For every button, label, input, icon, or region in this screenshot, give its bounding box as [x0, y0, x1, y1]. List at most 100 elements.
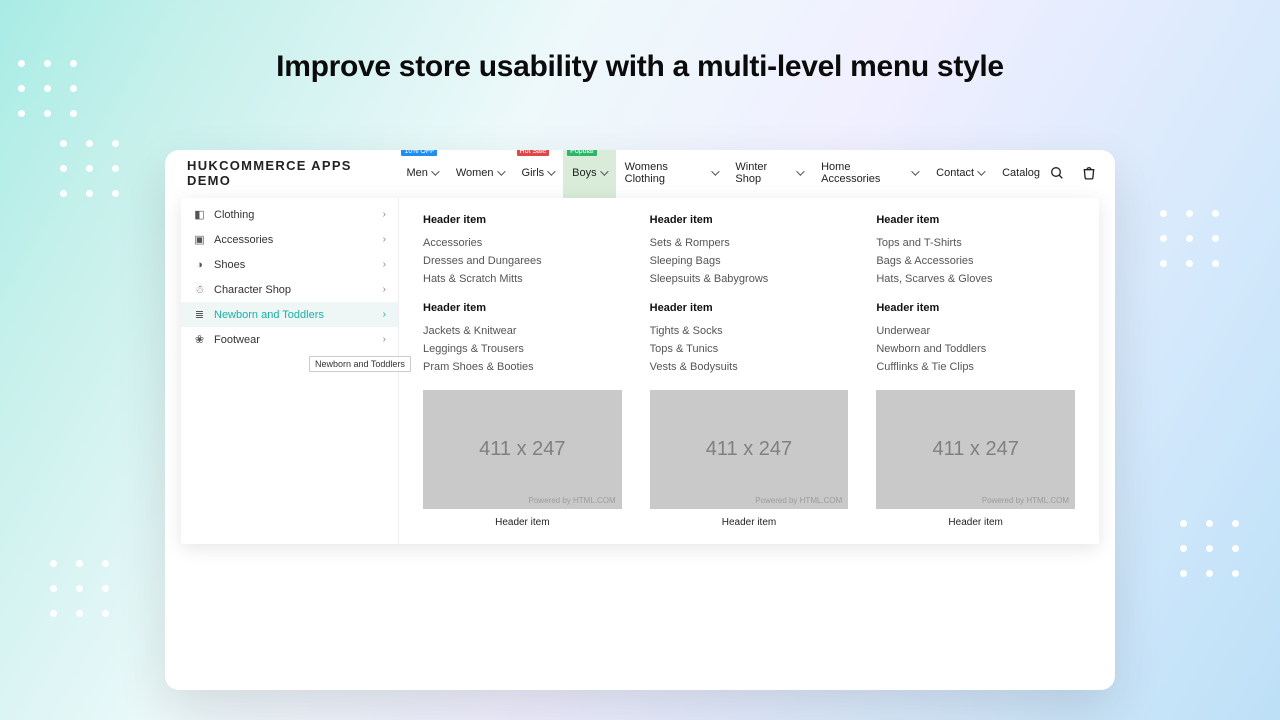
nav-item-girls[interactable]: Hot SaleGirls: [513, 150, 564, 199]
nav-item-men[interactable]: 10% OFF Men: [397, 150, 446, 199]
category-icon: ≣: [193, 308, 206, 321]
flyout-header: Header item: [876, 302, 1075, 314]
flyout-column: Header item Tops and T-ShirtsBags & Acces…: [876, 212, 1075, 528]
sidebar-item-label: Clothing: [214, 209, 254, 221]
search-icon[interactable]: [1049, 165, 1065, 181]
chevron-down-icon: [977, 170, 984, 177]
nav-item-label: Boys: [572, 167, 596, 179]
flyout-link[interactable]: Leggings & Trousers: [423, 340, 622, 358]
nav-item-label: Catalog: [1002, 167, 1040, 179]
flyout-header: Header item: [650, 214, 849, 226]
sidebar-item-newborn-and-toddlers[interactable]: ≣Newborn and Toddlers›: [181, 302, 398, 327]
nav-item-home-accessories[interactable]: Home Accessories: [812, 150, 927, 199]
category-icon: ☃: [193, 283, 206, 296]
chevron-right-icon: ›: [383, 209, 386, 220]
flyout-link[interactable]: Tops & Tunics: [650, 340, 849, 358]
nav-item-women[interactable]: Women: [447, 150, 513, 199]
category-icon: ▣: [193, 233, 206, 246]
flyout-link[interactable]: Dresses and Dungarees: [423, 252, 622, 270]
flyout-header: Header item: [876, 214, 1075, 226]
nav-item-winter-shop[interactable]: Winter Shop: [726, 150, 812, 199]
image-placeholder[interactable]: 411 x 247Powered by HTML.COM: [876, 390, 1075, 509]
flyout-link[interactable]: Tops and T-Shirts: [876, 234, 1075, 252]
flyout-header: Header item: [423, 302, 622, 314]
flyout-header: Header item: [650, 302, 849, 314]
placeholder-credit: Powered by HTML.COM: [755, 496, 842, 505]
nav-item-catalog[interactable]: Catalog: [993, 150, 1049, 199]
flyout-link[interactable]: Bags & Accessories: [876, 252, 1075, 270]
flyout-header: Header item: [423, 214, 622, 226]
placeholder-caption: Header item: [423, 517, 622, 528]
sidebar-item-label: Character Shop: [214, 284, 291, 296]
sidebar-item-accessories[interactable]: ▣ Accessories ›: [181, 227, 398, 252]
mega-menu: Newborn and Toddlers ◧ Clothing › ▣ Accessor…: [181, 198, 1099, 544]
sidebar-item-character-shop[interactable]: ☃ Character Shop ›: [181, 277, 398, 302]
chevron-right-icon: ›: [383, 259, 386, 270]
chevron-right-icon: ›: [383, 334, 386, 345]
chevron-down-icon: [600, 170, 607, 177]
brand-title: HUKCOMMERCE APPS DEMO: [187, 158, 397, 188]
flyout-link[interactable]: Jackets & Knitwear: [423, 322, 622, 340]
flyout-link[interactable]: Pram Shoes & Booties: [423, 358, 622, 376]
top-navbar: HUKCOMMERCE APPS DEMO 10% OFF Men Women Hot…: [165, 150, 1115, 196]
nav-badge: Popular: [567, 150, 597, 156]
chevron-right-icon: ›: [383, 234, 386, 245]
decor-dots: [1180, 520, 1240, 577]
flyout-link[interactable]: Tights & Socks: [650, 322, 849, 340]
nav-item-label: Contact: [936, 167, 974, 179]
placeholder-caption: Header item: [650, 517, 849, 528]
flyout-link[interactable]: Underwear: [876, 322, 1075, 340]
demo-window: HUKCOMMERCE APPS DEMO 10% OFF Men Women Hot…: [165, 150, 1115, 690]
placeholder-caption: Header item: [876, 517, 1075, 528]
sidebar-item-label: Newborn and Toddlers: [214, 309, 324, 321]
flyout-link[interactable]: Sets & Rompers: [650, 234, 849, 252]
chevron-down-icon: [711, 170, 718, 177]
category-icon: ◧: [193, 208, 206, 221]
nav-item-label: Home Accessories: [821, 161, 908, 185]
sidebar-item-label: Accessories: [214, 234, 273, 246]
tooltip: Newborn and Toddlers: [309, 356, 411, 372]
nav-item-womens-clothing[interactable]: Womens Clothing: [616, 150, 727, 199]
category-icon: ❀: [193, 333, 206, 346]
flyout-link[interactable]: Hats & Scratch Mitts: [423, 270, 622, 288]
chevron-down-icon: [911, 170, 918, 177]
flyout-link[interactable]: Accessories: [423, 234, 622, 252]
chevron-right-icon: ›: [383, 284, 386, 295]
nav-item-boys[interactable]: Popular Boys: [563, 150, 615, 199]
decor-dots: [50, 560, 110, 617]
nav-item-label: Men: [406, 167, 427, 179]
decor-dots: [60, 140, 120, 197]
nav-item-label: Winter Shop: [735, 161, 793, 185]
placeholder-credit: Powered by HTML.COM: [529, 496, 616, 505]
placeholder-credit: Powered by HTML.COM: [982, 496, 1069, 505]
page-headline: Improve store usability with a multi-lev…: [0, 50, 1280, 84]
flyout-link[interactable]: Hats, Scarves & Gloves: [876, 270, 1075, 288]
nav-item-label: Womens Clothing: [625, 161, 708, 185]
flyout-link[interactable]: Newborn and Toddlers: [876, 340, 1075, 358]
sidebar-item-shoes[interactable]: ◑ Shoes ›: [181, 252, 398, 277]
nav-badge: 10% OFF: [401, 150, 437, 156]
sidebar-item-label: Footwear: [214, 334, 260, 346]
cart-icon[interactable]: [1081, 165, 1097, 181]
sidebar-item-footwear[interactable]: ❀ Footwear ›: [181, 327, 398, 352]
category-icon: ◑: [193, 258, 206, 271]
nav-item-label: Women: [456, 167, 494, 179]
flyout-link[interactable]: Sleeping Bags: [650, 252, 849, 270]
flyout-link[interactable]: Cufflinks & Tie Clips: [876, 358, 1075, 376]
nav-item-contact[interactable]: Contact: [927, 150, 993, 199]
flyout-link[interactable]: Vests & Bodysuits: [650, 358, 849, 376]
category-sidebar: Newborn and Toddlers ◧ Clothing › ▣ Accessor…: [181, 198, 399, 544]
image-placeholder[interactable]: 411 x 247Powered by HTML.COM: [423, 390, 622, 509]
sidebar-item-label: Shoes: [214, 259, 245, 271]
mega-flyout: Header item AccessoriesDresses and Dungar…: [399, 198, 1099, 544]
flyout-column: Header item AccessoriesDresses and Dungar…: [423, 212, 622, 528]
sidebar-item-clothing[interactable]: ◧ Clothing ›: [181, 202, 398, 227]
flyout-column: Header item Sets & RompersSleeping BagsSl…: [650, 212, 849, 528]
decor-dots: [1160, 210, 1220, 267]
chevron-down-icon: [431, 170, 438, 177]
chevron-down-icon: [497, 170, 504, 177]
nav-item-label: Girls: [522, 167, 545, 179]
chevron-down-icon: [796, 170, 803, 177]
image-placeholder[interactable]: 411 x 247Powered by HTML.COM: [650, 390, 849, 509]
flyout-link[interactable]: Sleepsuits & Babygrows: [650, 270, 849, 288]
